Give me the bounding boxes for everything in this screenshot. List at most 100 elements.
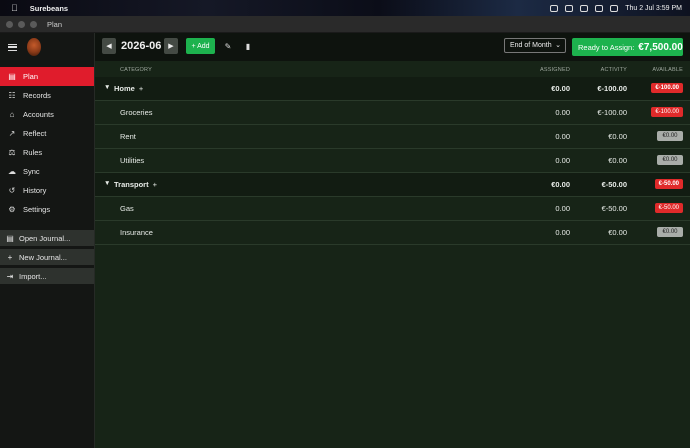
- budget-table: CATEGORY ASSIGNED ACTIVITY AVAILABLE ▼ H…: [95, 61, 690, 245]
- category-activity: €0.00: [608, 156, 627, 165]
- control-center-icon[interactable]: [610, 4, 619, 12]
- open-journal-label: Open Journal...: [19, 233, 71, 243]
- trash-icon[interactable]: ▮: [242, 38, 254, 54]
- import-button[interactable]: ⇥ Import...: [0, 268, 94, 284]
- window-close-button[interactable]: [6, 20, 13, 28]
- main-panel: ◀ 2026-06 ▶ + Add ✎ ▮ End of Month ⌄ Rea…: [95, 33, 690, 448]
- sidebar-item-accounts[interactable]: ⌂ Accounts: [0, 105, 94, 124]
- new-journal-label: New Journal...: [19, 252, 67, 262]
- category-name: Gas: [120, 204, 134, 213]
- collapse-triangle-icon[interactable]: ▼: [104, 180, 110, 187]
- status-icon-2[interactable]: [565, 4, 574, 12]
- accounts-icon: ⌂: [9, 110, 15, 119]
- category-activity: €0.00: [608, 132, 627, 141]
- table-header: CATEGORY ASSIGNED ACTIVITY AVAILABLE: [95, 61, 690, 77]
- next-month-button[interactable]: ▶: [164, 38, 178, 54]
- category-row[interactable]: Groceries 0.00 €-100.00 €-100.00: [95, 101, 690, 125]
- available-badge: €-100.00: [651, 83, 683, 93]
- category-assigned[interactable]: 0.00: [555, 204, 570, 213]
- category-activity: €-100.00: [597, 108, 627, 117]
- category-name: Rent: [120, 132, 136, 141]
- category-group-row[interactable]: ▼ Transport + €0.00 €-50.00 €-50.00: [95, 173, 690, 197]
- hamburger-menu-icon[interactable]: [8, 43, 17, 51]
- category-activity: €-50.00: [601, 204, 627, 213]
- window-minimize-button[interactable]: [18, 20, 25, 28]
- available-badge: €-100.00: [651, 107, 683, 117]
- collapse-triangle-icon[interactable]: ▼: [104, 84, 110, 91]
- category-row[interactable]: Insurance 0.00 €0.00 €0.00: [95, 221, 690, 245]
- sidebar-item-label: Rules: [23, 148, 43, 157]
- group-name: Transport +: [114, 180, 157, 189]
- available-badge: €-50.00: [654, 203, 683, 213]
- category-name: Groceries: [120, 108, 153, 117]
- add-button[interactable]: + Add: [186, 38, 215, 54]
- category-name: Insurance: [120, 228, 153, 237]
- sidebar-item-rules[interactable]: ⚖ Rules: [0, 143, 94, 162]
- menu-app-name[interactable]: Surebeans: [30, 4, 68, 13]
- sidebar-item-label: Plan: [23, 72, 39, 81]
- import-icon: ⇥: [6, 271, 14, 281]
- available-badge: €0.00: [657, 227, 683, 237]
- reflect-icon: ↗: [8, 129, 16, 138]
- period-select-value: End of Month: [510, 42, 552, 49]
- category-row[interactable]: Gas 0.00 €-50.00 €-50.00: [95, 197, 690, 221]
- rules-icon: ⚖: [8, 148, 16, 157]
- menu-bar:  Surebeans Thu 2 Jul 3:59 PM: [0, 0, 690, 16]
- sidebar-item-label: Settings: [23, 205, 51, 214]
- col-assigned: ASSIGNED: [539, 67, 570, 73]
- sidebar-nav: ▤ Plan ☷ Records ⌂ Accounts ↗ Reflect ⚖ …: [0, 67, 94, 219]
- sidebar-item-records[interactable]: ☷ Records: [0, 86, 94, 105]
- available-badge: €0.00: [657, 155, 683, 165]
- col-activity: ACTIVITY: [600, 67, 627, 73]
- category-assigned[interactable]: 0.00: [555, 108, 570, 117]
- sidebar-item-settings[interactable]: ⚙ Settings: [0, 200, 94, 219]
- category-row[interactable]: Rent 0.00 €0.00 €0.00: [95, 125, 690, 149]
- sidebar-item-label: History: [23, 186, 47, 195]
- ready-to-assign-amount: €7,500.00: [638, 41, 683, 53]
- category-assigned[interactable]: 0.00: [555, 156, 570, 165]
- prev-month-button[interactable]: ◀: [102, 38, 116, 54]
- group-assigned: €0.00: [551, 180, 570, 189]
- sidebar-item-sync[interactable]: ☁ Sync: [0, 162, 94, 181]
- chevron-down-icon: ⌄: [555, 42, 561, 49]
- sidebar-item-history[interactable]: ↺ History: [0, 181, 94, 200]
- menu-status-area: Thu 2 Jul 3:59 PM: [550, 0, 682, 16]
- category-row[interactable]: Utilities 0.00 €0.00 €0.00: [95, 149, 690, 173]
- group-assigned: €0.00: [551, 84, 570, 93]
- battery-icon[interactable]: [580, 4, 589, 12]
- category-assigned[interactable]: 0.00: [555, 132, 570, 141]
- group-name: Home +: [114, 84, 144, 93]
- sync-icon: ☁: [8, 167, 16, 176]
- window-zoom-button[interactable]: [30, 20, 37, 28]
- col-category: CATEGORY: [120, 67, 152, 73]
- records-icon: ☷: [8, 91, 16, 100]
- category-assigned[interactable]: 0.00: [555, 228, 570, 237]
- wifi-icon[interactable]: [595, 4, 604, 12]
- folder-icon: ▤: [6, 233, 14, 243]
- window-titlebar: Plan: [0, 16, 690, 33]
- period-select[interactable]: End of Month ⌄: [504, 38, 566, 53]
- edit-pencil-icon[interactable]: ✎: [222, 38, 234, 54]
- sidebar: ▤ Plan ☷ Records ⌂ Accounts ↗ Reflect ⚖ …: [0, 33, 95, 448]
- avatar[interactable]: [27, 38, 41, 56]
- plus-icon: +: [7, 252, 13, 262]
- category-group-row[interactable]: ▼ Home + €0.00 €-100.00 €-100.00: [95, 77, 690, 101]
- group-activity: €-50.00: [601, 180, 627, 189]
- apple-icon[interactable]: : [11, 3, 18, 13]
- new-journal-button[interactable]: + New Journal...: [0, 249, 94, 265]
- ready-to-assign-button[interactable]: Ready to Assign: €7,500.00: [572, 38, 683, 56]
- group-activity: €-100.00: [597, 84, 627, 93]
- sidebar-item-reflect[interactable]: ↗ Reflect: [0, 124, 94, 143]
- status-icon-1[interactable]: [550, 4, 559, 12]
- import-label: Import...: [19, 271, 47, 281]
- settings-icon: ⚙: [8, 205, 16, 214]
- plan-toolbar: ◀ 2026-06 ▶ + Add ✎ ▮ End of Month ⌄ Rea…: [95, 33, 690, 61]
- col-available: AVAILABLE: [652, 67, 683, 73]
- sidebar-item-label: Records: [23, 91, 51, 100]
- sidebar-item-plan[interactable]: ▤ Plan: [0, 67, 94, 86]
- add-category-plus-icon[interactable]: +: [139, 84, 143, 93]
- sidebar-item-label: Reflect: [23, 129, 47, 138]
- open-journal-button[interactable]: ▤ Open Journal...: [0, 230, 94, 246]
- menu-datetime[interactable]: Thu 2 Jul 3:59 PM: [625, 5, 682, 12]
- add-category-plus-icon[interactable]: +: [153, 180, 157, 189]
